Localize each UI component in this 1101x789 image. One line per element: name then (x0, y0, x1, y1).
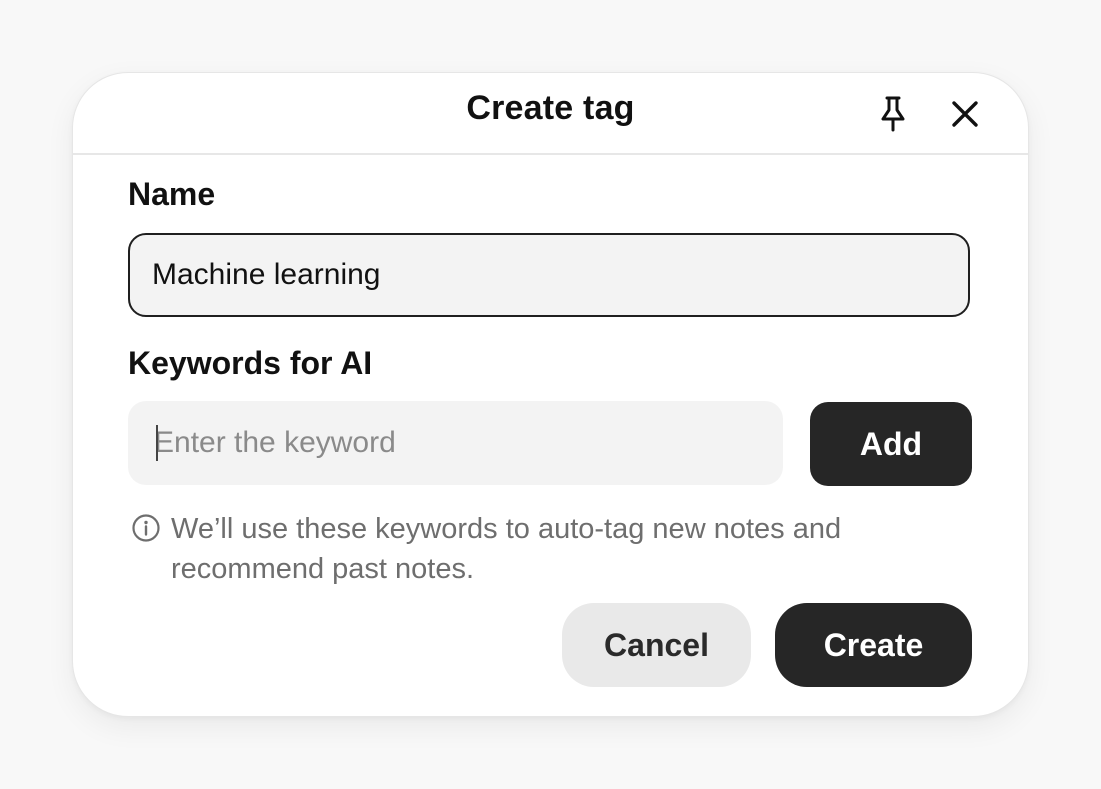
create-button[interactable]: Create (775, 603, 972, 687)
cancel-button[interactable]: Cancel (562, 603, 751, 687)
name-label: Name (128, 176, 216, 212)
text-caret (156, 425, 158, 461)
name-input[interactable] (128, 233, 970, 317)
info-icon (132, 514, 160, 542)
pin-icon (881, 96, 905, 132)
add-keyword-button[interactable]: Add (810, 402, 972, 486)
keyword-input[interactable] (128, 401, 783, 485)
close-icon (952, 101, 978, 127)
create-tag-dialog: Create tag Name Keywords for AI Add We’l… (72, 72, 1029, 717)
keywords-label: Keywords for AI (128, 345, 373, 381)
keywords-help-text: We’ll use these keywords to auto-tag new… (171, 513, 842, 585)
close-button[interactable] (942, 91, 988, 137)
pin-button[interactable] (870, 91, 916, 137)
dialog-header: Create tag (73, 73, 1028, 155)
